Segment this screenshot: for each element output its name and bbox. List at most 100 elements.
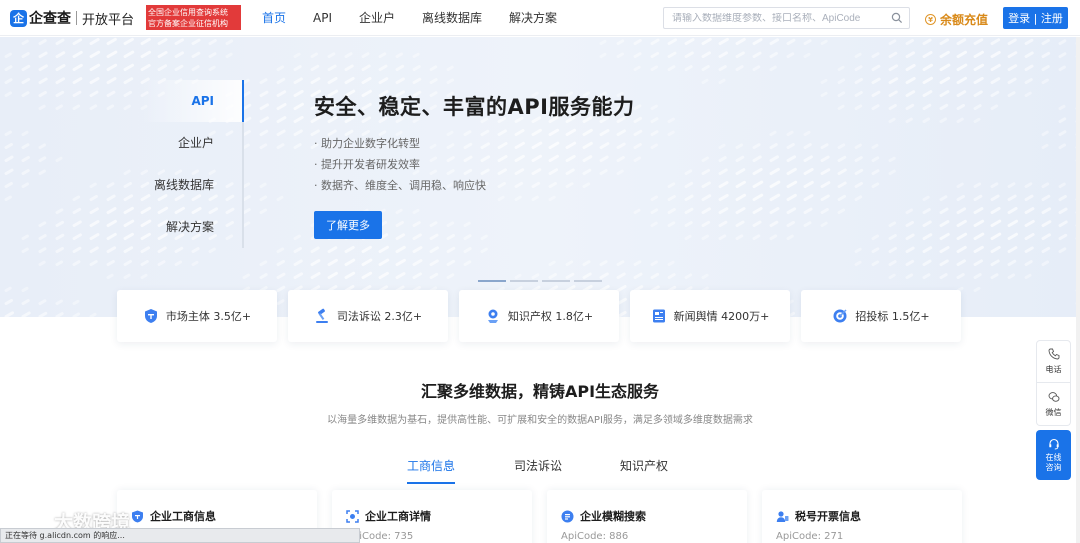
slide-indicator-3[interactable]: [542, 280, 570, 282]
pattern-dot: [123, 259, 132, 267]
pattern-dot: [412, 272, 422, 280]
pattern-dot: [548, 195, 556, 202]
tab-ip[interactable]: 知识产权: [620, 457, 668, 482]
pattern-dot: [327, 52, 336, 59]
side-tab-enterprise[interactable]: 企业户: [140, 122, 244, 164]
pattern-dot: [259, 78, 268, 85]
pattern-dot: [990, 259, 1000, 267]
pattern-dot: [4, 78, 13, 85]
pattern-dot: [106, 259, 115, 267]
pattern-dot: [395, 258, 406, 267]
pattern-dot: [378, 52, 387, 59]
pattern-dot: [956, 117, 964, 124]
pattern-dot: [378, 77, 389, 85]
pattern-dot: [1024, 260, 1033, 267]
phone-contact-button[interactable]: 电话: [1036, 340, 1071, 383]
api-card[interactable]: 税号开票信息 ApiCode: 271: [762, 490, 962, 543]
nav-api[interactable]: API: [313, 0, 332, 36]
nav-offline-db[interactable]: 离线数据库: [422, 0, 482, 36]
pattern-dot: [21, 52, 30, 59]
stat-card-judicial[interactable]: 司法诉讼 2.3亿+: [288, 290, 448, 342]
pattern-dot: [1007, 194, 1017, 202]
pattern-dot: [633, 142, 642, 150]
pattern-dot: [650, 38, 660, 46]
api-card[interactable]: 企业模糊搜索 ApiCode: 886: [547, 490, 747, 543]
pattern-dot: [854, 195, 863, 202]
main-nav: 首页 API 企业户 离线数据库 解决方案: [262, 0, 584, 36]
pattern-dot: [718, 207, 729, 215]
nav-home[interactable]: 首页: [262, 0, 286, 36]
search-icon[interactable]: [891, 12, 903, 24]
pattern-dot: [565, 272, 575, 280]
pattern-dot: [633, 129, 643, 137]
recharge-label: 余额充值: [940, 13, 989, 27]
recharge-link[interactable]: ¥ 余额充值: [925, 11, 988, 28]
nav-solutions[interactable]: 解决方案: [509, 0, 557, 36]
pattern-dot: [1041, 38, 1050, 46]
side-tab-solutions[interactable]: 解决方案: [140, 206, 244, 248]
pattern-dot: [174, 51, 185, 59]
pattern-dot: [259, 143, 268, 150]
slide-indicator-1[interactable]: [478, 280, 506, 282]
site-logo[interactable]: 企 企查查 开放平台: [10, 8, 134, 28]
stat-card-bidding[interactable]: 招投标 1.5亿+: [801, 290, 961, 342]
pattern-dot: [939, 259, 949, 267]
pattern-dot: [667, 51, 677, 59]
pattern-dot: [565, 128, 577, 137]
pattern-dot: [548, 141, 560, 150]
search-input[interactable]: [672, 12, 887, 24]
pattern-dot: [718, 193, 729, 202]
slide-indicator-4[interactable]: [574, 280, 602, 282]
online-consult-button[interactable]: 在线 咨询: [1036, 430, 1071, 480]
stat-card-ip[interactable]: 知识产权 1.8亿+: [459, 290, 619, 342]
pattern-dot: [38, 39, 47, 46]
pattern-dot: [990, 77, 1001, 85]
tab-business-info[interactable]: 工商信息: [407, 457, 456, 484]
credit-badge[interactable]: 全国企业信用查询系统 官方备案企业征信机构: [146, 5, 241, 30]
pattern-dot: [55, 38, 65, 46]
news-sentiment-icon: [652, 309, 665, 323]
pattern-dot: [293, 52, 301, 59]
slide-indicator-2[interactable]: [510, 280, 538, 282]
nav-enterprise[interactable]: 企业户: [359, 0, 395, 36]
pattern-dot: [1058, 130, 1067, 137]
wechat-contact-button[interactable]: 微信: [1036, 383, 1071, 426]
pattern-dot: [956, 63, 968, 72]
tab-judicial[interactable]: 司法诉讼: [514, 457, 562, 482]
coin-icon: ¥: [925, 14, 936, 25]
pattern-dot: [582, 260, 591, 267]
hero-title: 安全、稳定、丰富的API服务能力: [314, 95, 635, 119]
stat-card-news[interactable]: 新闻舆情 4200万+: [630, 290, 790, 342]
pattern-dot: [55, 299, 63, 306]
pattern-dot: [378, 245, 389, 254]
headset-icon: [1048, 438, 1059, 449]
stat-card-market[interactable]: 市场主体 3.5亿+: [117, 290, 277, 342]
pattern-dot: [55, 208, 64, 215]
pattern-dot: [701, 37, 712, 46]
pattern-dot: [701, 194, 712, 202]
pattern-dot: [531, 141, 543, 150]
pattern-dot: [786, 207, 797, 215]
side-tab-api[interactable]: API: [140, 80, 244, 122]
pattern-dot: [922, 103, 932, 111]
stat-label: 市场主体 3.5亿+: [165, 310, 252, 323]
pattern-dot: [769, 180, 781, 189]
pattern-dot: [854, 143, 862, 150]
pattern-dot: [1041, 143, 1049, 150]
learn-more-button[interactable]: 了解更多: [314, 211, 382, 239]
pattern-dot: [106, 246, 117, 254]
pattern-dot: [38, 156, 47, 163]
pattern-dot: [803, 130, 811, 137]
login-register-button[interactable]: 登录 | 注册: [1003, 7, 1068, 29]
pattern-dot: [446, 259, 456, 267]
page-scrollbar[interactable]: [1076, 37, 1080, 543]
search-box: [663, 7, 910, 29]
pattern-dot: [752, 193, 764, 202]
pattern-dot: [973, 38, 984, 46]
pattern-dot: [1041, 130, 1049, 137]
pattern-dot: [973, 194, 983, 202]
api-card[interactable]: 企业工商详情 ApiCode: 735: [332, 490, 532, 543]
pattern-dot: [701, 78, 709, 85]
pattern-dot: [582, 182, 591, 189]
side-tab-offline-db[interactable]: 离线数据库: [140, 164, 244, 206]
